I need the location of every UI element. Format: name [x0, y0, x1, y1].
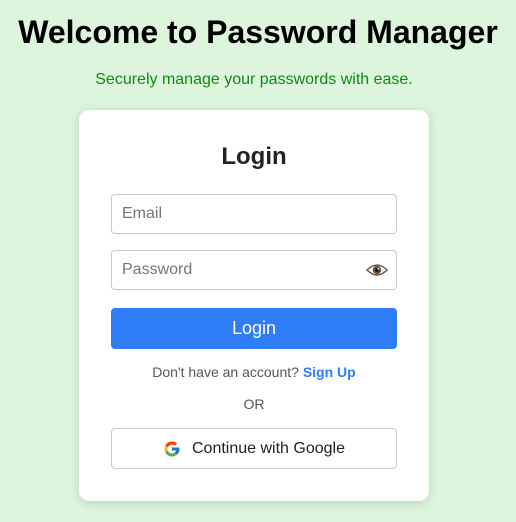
- signup-link[interactable]: Sign Up: [303, 364, 356, 380]
- google-icon: [163, 440, 181, 458]
- page-title: Welcome to Password Manager: [18, 14, 498, 50]
- google-button-label: Continue with Google: [192, 439, 345, 457]
- email-field[interactable]: [111, 194, 397, 234]
- page-subtitle: Securely manage your passwords with ease…: [95, 71, 413, 88]
- signup-prompt: Don't have an account? Sign Up: [79, 364, 429, 380]
- password-field-wrapper: [111, 250, 397, 290]
- page: Welcome to Password Manager Securely man…: [0, 0, 516, 522]
- password-field[interactable]: [111, 250, 397, 290]
- google-signin-button[interactable]: Continue with Google: [111, 428, 397, 469]
- login-title: Login: [221, 143, 287, 170]
- or-divider: OR: [243, 396, 265, 412]
- login-button[interactable]: Login: [111, 308, 397, 349]
- eye-icon[interactable]: [365, 259, 389, 281]
- signup-prompt-text: Don't have an account?: [152, 364, 299, 380]
- login-card: Login Login Don't have an account? Sign …: [79, 110, 429, 501]
